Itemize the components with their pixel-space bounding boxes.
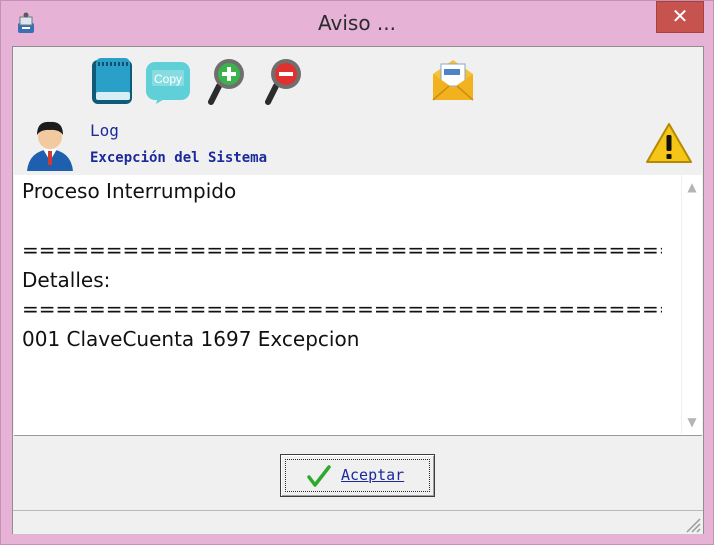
notebook-icon[interactable] (88, 56, 136, 106)
message-textarea[interactable]: Proceso Interrumpido ===================… (14, 175, 702, 436)
email-icon[interactable] (429, 56, 477, 106)
accept-button-label: Aceptar (341, 466, 405, 484)
button-area: Aceptar (13, 436, 703, 506)
window-title: Aviso ... (318, 11, 396, 35)
user-avatar-icon (27, 121, 73, 171)
log-label: Log (90, 121, 119, 140)
close-button[interactable]: ✕ (656, 1, 704, 33)
zoom-out-icon[interactable] (262, 56, 310, 106)
copy-icon[interactable]: Copy (144, 56, 192, 106)
close-icon: ✕ (671, 4, 689, 28)
title-bar[interactable]: Aviso ... ✕ (1, 1, 713, 45)
scroll-up-icon[interactable]: ▲ (682, 177, 702, 197)
accept-button[interactable]: Aceptar (280, 454, 435, 497)
vertical-scrollbar[interactable]: ▲ ▼ (681, 175, 702, 434)
exception-title: Excepción del Sistema (90, 150, 268, 166)
zoom-in-icon[interactable] (205, 56, 253, 106)
scroll-down-icon[interactable]: ▼ (682, 412, 702, 432)
warning-icon (646, 123, 692, 163)
header-row: Log Excepción del Sistema (13, 117, 703, 175)
status-bar (13, 510, 703, 534)
dialog-window: Aviso ... ✕ Copy Log Excepción del Siste… (0, 0, 714, 545)
toolbar: Copy (13, 47, 703, 117)
resize-grip-icon[interactable] (683, 515, 701, 533)
dialog-body: Copy Log Excepción del Sistema Proceso I… (12, 46, 704, 534)
copy-icon-label: Copy (154, 72, 182, 86)
message-text: Proceso Interrumpido ===================… (22, 179, 662, 351)
checkmark-icon (307, 465, 331, 487)
